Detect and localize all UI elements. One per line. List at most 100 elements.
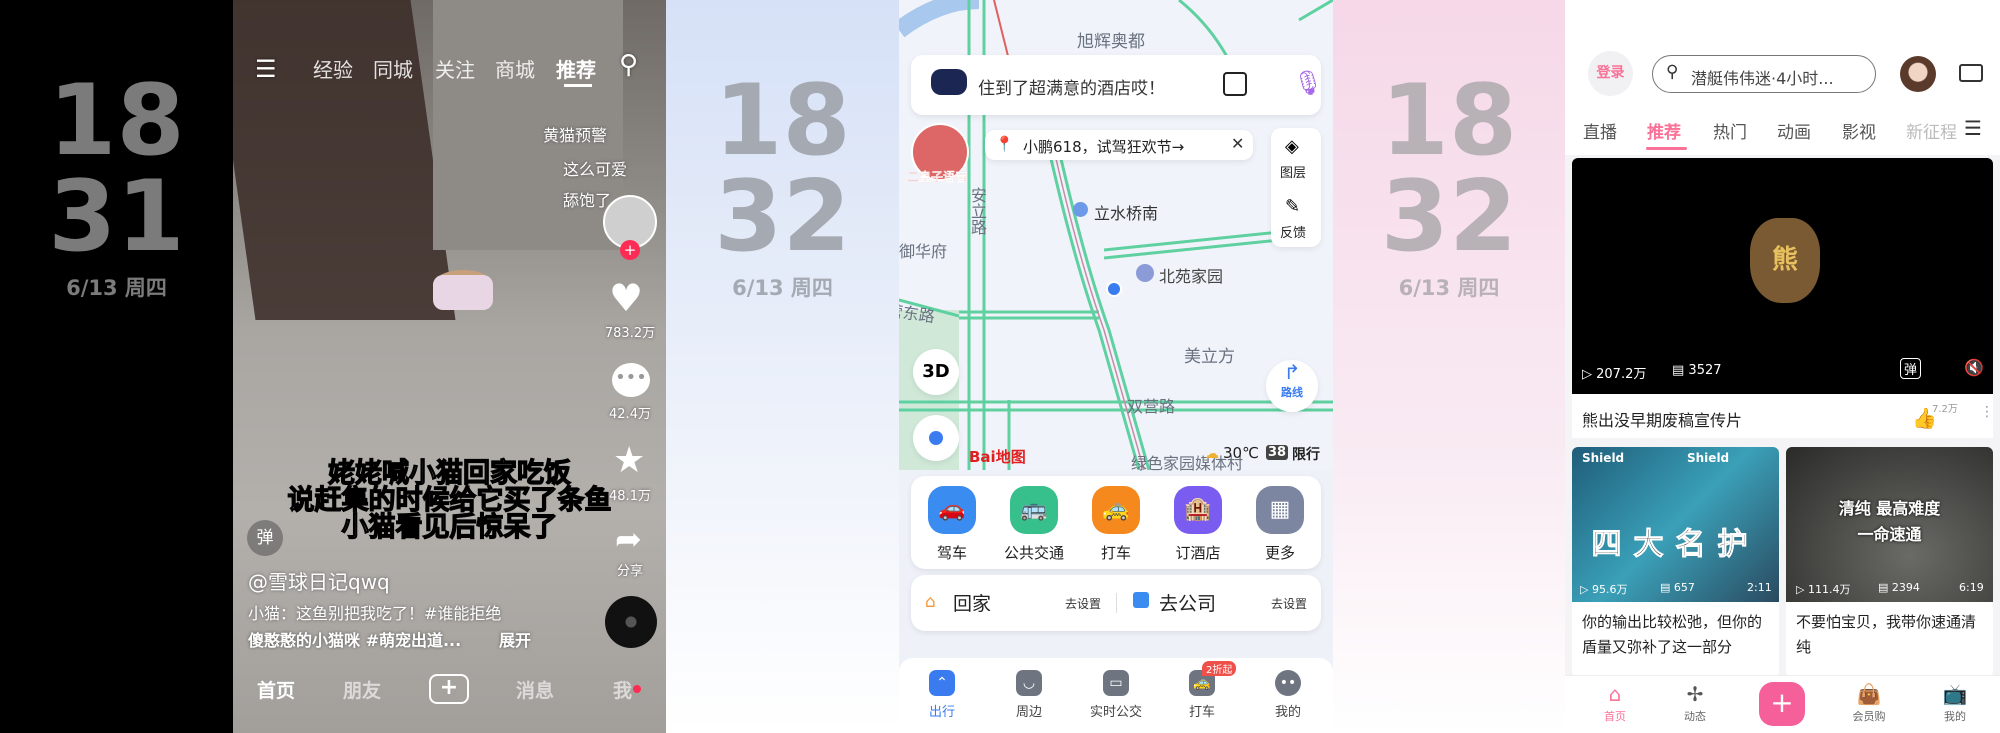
- nearby-icon: ◡: [1016, 670, 1042, 696]
- nav-friends[interactable]: 朋友: [343, 676, 381, 703]
- feedback-button[interactable]: 反馈: [1280, 222, 1306, 241]
- nav-mall[interactable]: 👜 会员购: [1839, 682, 1899, 724]
- search-input[interactable]: ⚲ 潜艇伟伟迷·4小时...: [1652, 55, 1876, 93]
- tab-anime[interactable]: 动画: [1777, 118, 1811, 143]
- video-title[interactable]: 不要怕宝贝，我带你速通清纯: [1796, 610, 1988, 660]
- route-button[interactable]: ↱ 路线: [1266, 360, 1318, 412]
- microphone-icon[interactable]: 🎙: [1293, 69, 1323, 97]
- tab-tongcheng[interactable]: 同城: [373, 54, 413, 83]
- tab-tuijian[interactable]: 推荐: [556, 54, 596, 83]
- scan-icon[interactable]: [1223, 72, 1247, 96]
- nav-home[interactable]: 首页: [257, 676, 295, 703]
- bus-icon: 🚌: [1010, 486, 1058, 534]
- comment-icon[interactable]: •••: [612, 363, 650, 397]
- like-heart-icon[interactable]: ♥: [609, 276, 643, 320]
- service-transit[interactable]: 🚌 公共交通: [993, 486, 1075, 563]
- work-shortcut[interactable]: 去公司: [1159, 589, 1216, 616]
- danmaku-toggle[interactable]: 弹: [1900, 358, 1922, 379]
- video-title[interactable]: 熊出没早期废稿宣传片: [1582, 407, 1742, 431]
- music-disc-icon[interactable]: [605, 596, 657, 648]
- feedback-icon[interactable]: ✎: [1285, 196, 1300, 217]
- nav-me[interactable]: 我: [613, 676, 632, 703]
- thumbnail-overlay: 一命速通: [1857, 525, 1922, 544]
- clock-hour: 18: [48, 64, 185, 178]
- tab-shangcheng[interactable]: 商城: [495, 54, 535, 83]
- nav-label: 实时公交: [1089, 705, 1142, 720]
- layers-button[interactable]: 图层: [1280, 162, 1306, 181]
- search-icon[interactable]: ⚲: [619, 50, 638, 80]
- close-icon[interactable]: ✕: [1231, 134, 1244, 153]
- nav-mine[interactable]: •• 我的: [1253, 670, 1323, 720]
- ai-assistant-icon[interactable]: [931, 69, 967, 95]
- home-set-link[interactable]: 去设置: [1065, 595, 1101, 612]
- mail-icon[interactable]: [1959, 64, 1983, 82]
- map-label-subway[interactable]: 立水桥南: [1094, 200, 1158, 224]
- service-hotel[interactable]: 🏨 订酒店: [1157, 486, 1239, 563]
- route-arrow-icon: ↱: [1283, 360, 1301, 384]
- publish-button[interactable]: +: [1759, 682, 1805, 726]
- menu-icon[interactable]: ☰: [255, 55, 277, 83]
- more-icon[interactable]: ⋮: [1980, 404, 1994, 420]
- subtitle-line: 说赶集的时候给它买了条鱼: [287, 485, 612, 516]
- nav-label: 会员购: [1852, 710, 1886, 723]
- nav-taxi[interactable]: 🚕 打车: [1167, 670, 1237, 720]
- danmaku-toggle[interactable]: 弹: [247, 520, 283, 556]
- nav-dynamic[interactable]: ✢ 动态: [1665, 682, 1725, 724]
- search-icon: ⚲: [1666, 62, 1679, 82]
- view-count-text: 95.6万: [1591, 583, 1628, 596]
- tab-jingyan[interactable]: 经验: [313, 54, 353, 83]
- taxi-icon: 🚕: [1092, 486, 1140, 534]
- work-set-link[interactable]: 去设置: [1271, 595, 1307, 612]
- service-label: 驾车: [936, 544, 967, 562]
- tab-new[interactable]: 新征程: [1906, 118, 1958, 143]
- nav-messages[interactable]: 消息: [516, 676, 554, 703]
- tab-film[interactable]: 影视: [1842, 118, 1876, 143]
- nav-travel[interactable]: ⌃ 出行: [907, 670, 977, 720]
- video-title[interactable]: 你的输出比较松弛，但你的盾量又弥补了这一部分: [1582, 610, 1774, 660]
- tab-live[interactable]: 直播: [1583, 118, 1617, 143]
- follow-plus-icon[interactable]: +: [620, 240, 640, 260]
- lockscreen-clock-2: 18 32 6/13 周四: [666, 0, 899, 733]
- video-card[interactable]: 清纯 最高难度 一命速通 ▷ 111.4万 ▤ 2394 6:19 不要怕宝贝，…: [1786, 447, 1993, 677]
- promo-banner[interactable]: 📍 小鹏618，试驾狂欢节→ ✕: [985, 130, 1253, 160]
- car-icon: 🚗: [928, 486, 976, 534]
- promo-text[interactable]: 小鹏618，试驾狂欢节→: [1023, 136, 1184, 157]
- search-bar[interactable]: 住到了超满意的酒店哎！ 🎙: [911, 55, 1323, 115]
- home-shortcut[interactable]: 回家: [953, 589, 991, 616]
- nav-mine[interactable]: 📺 我的: [1925, 682, 1985, 724]
- tv-icon: 📺: [1942, 682, 1968, 706]
- tab-hot[interactable]: 热门: [1713, 118, 1747, 143]
- service-taxi[interactable]: 🚕 打车: [1075, 486, 1157, 563]
- mute-icon[interactable]: 🔇: [1964, 358, 1984, 377]
- layers-icon[interactable]: ◈: [1285, 136, 1299, 157]
- comment-count: 42.4万: [609, 407, 651, 422]
- restriction-label: 限行: [1292, 447, 1320, 463]
- active-tab-indicator: [564, 84, 592, 87]
- service-drive[interactable]: 🚗 驾车: [911, 486, 993, 563]
- view-count-text: 207.2万: [1596, 367, 1647, 382]
- login-button[interactable]: 登录: [1588, 51, 1633, 96]
- nav-realtime-bus[interactable]: ▭ 实时公交: [1081, 670, 1151, 720]
- nav-label: 首页: [1604, 710, 1626, 723]
- tab-recommend[interactable]: 推荐: [1647, 118, 1681, 143]
- tabs-menu-icon[interactable]: ☰: [1964, 116, 1982, 140]
- travel-icon: ⌃: [929, 670, 955, 696]
- restriction-numbers: 38: [1266, 445, 1289, 460]
- hotel-icon: 🏨: [1174, 486, 1222, 534]
- nav-create-button[interactable]: +: [429, 674, 469, 704]
- danmaku-count-text: 2394: [1891, 581, 1920, 594]
- active-tab-indicator: [1646, 147, 1687, 150]
- locate-button[interactable]: [913, 415, 959, 461]
- video-card[interactable]: Shield Shield 四大名护 ▷ 95.6万 ▤ 657 2:11 你的…: [1572, 447, 1779, 677]
- user-avatar[interactable]: [1900, 56, 1936, 92]
- nav-nearby[interactable]: ◡ 周边: [994, 670, 1064, 720]
- featured-video[interactable]: 熊 ▷ 207.2万 ▤ 3527 弹 🔇: [1572, 158, 1993, 394]
- expand-link[interactable]: 展开: [499, 627, 531, 651]
- service-more[interactable]: ▦ 更多: [1239, 486, 1321, 563]
- author-name[interactable]: @雪球日记qwq: [248, 566, 390, 595]
- map-label-poi[interactable]: 北苑家园: [1159, 263, 1223, 287]
- nav-home[interactable]: ⌂ 首页: [1585, 682, 1645, 724]
- tab-guanzhu[interactable]: 关注: [435, 54, 475, 83]
- search-text[interactable]: 住到了超满意的酒店哎！: [978, 74, 1165, 99]
- 3d-button[interactable]: 3D: [913, 349, 959, 395]
